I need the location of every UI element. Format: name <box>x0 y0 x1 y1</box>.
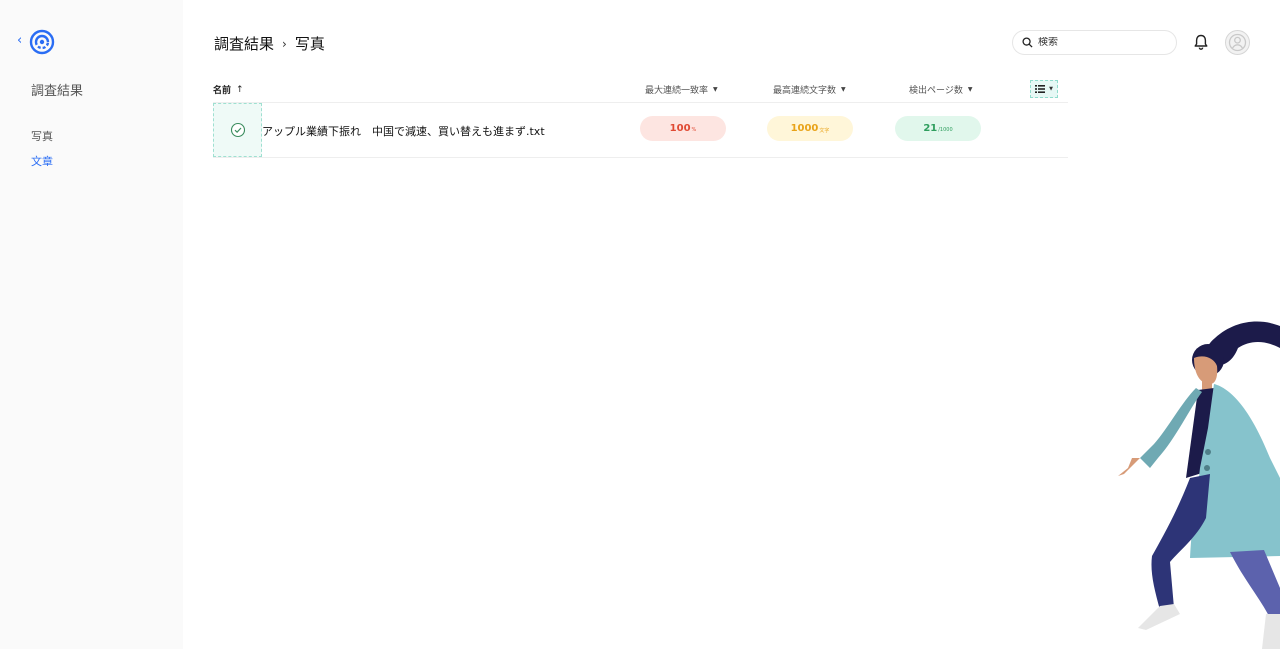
page-count-value: 21 <box>923 123 938 134</box>
column-name-label: 名前 <box>213 86 232 96</box>
breadcrumb-current: 写真 <box>294 35 325 53</box>
column-chars-label: 最高連続文字数 <box>773 86 837 96</box>
match-rate-badge: 100% <box>640 116 726 141</box>
char-count-badge: 1000 文字 <box>767 116 853 141</box>
search-input[interactable] <box>1038 37 1158 48</box>
match-rate-unit: % <box>691 127 697 133</box>
caret-down-icon: ▼ <box>841 86 846 93</box>
sidebar-item-documents[interactable]: 文章 <box>31 153 53 169</box>
page-count-unit: /1000 <box>938 127 953 133</box>
table-row[interactable]: アップル業績下振れ 中国で減速、買い替えも進まず.txt 100% 1000 文字… <box>213 103 1068 158</box>
column-pages-header[interactable]: 検出ページ数 ▼ <box>909 83 972 96</box>
breadcrumb: 調査結果 › 写真 <box>214 33 325 54</box>
caret-down-icon: ▼ <box>1049 86 1053 92</box>
sidebar: ‹ 調査結果 写真 文章 <box>0 0 183 649</box>
column-match-header[interactable]: 最大連続一致率 ▼ <box>645 83 718 96</box>
column-name-header[interactable]: 名前 ↑ <box>213 83 244 97</box>
walking-person-illustration <box>1118 321 1280 649</box>
logo-icon[interactable] <box>29 29 55 55</box>
page-count-badge: 21/1000 <box>895 116 981 141</box>
sort-ascending-icon: ↑ <box>236 84 244 95</box>
bell-icon[interactable] <box>1192 33 1210 51</box>
app-window: ‹ 調査結果 写真 文章 調査結果 › 写真 検索 名前 ↑ 最大連続一致率 ▼… <box>0 0 1280 649</box>
caret-down-icon: ▼ <box>967 86 973 93</box>
avatar[interactable] <box>1225 30 1250 55</box>
file-name[interactable]: アップル業績下振れ 中国で減速、買い替えも進まず.txt <box>262 123 545 139</box>
match-rate-value: 100 <box>669 123 691 134</box>
char-count-unit: 文字 <box>819 127 830 134</box>
breadcrumb-parent[interactable]: 調査結果 <box>214 33 274 54</box>
check-circle-icon <box>230 122 245 138</box>
column-chars-header[interactable]: 最高連続文字数 ▼ <box>773 83 846 96</box>
search-icon <box>1022 37 1033 48</box>
view-toggle-button[interactable]: ▼ <box>1030 80 1058 98</box>
table-header: 名前 ↑ 最大連続一致率 ▼ 最高連続文字数 ▼ 検出ページ数 ▼ ▼ <box>213 78 1068 103</box>
back-chevron-icon[interactable]: ‹ <box>17 34 22 48</box>
column-match-label: 最大連続一致率 <box>645 86 709 96</box>
results-table: 名前 ↑ 最大連続一致率 ▼ 最高連続文字数 ▼ 検出ページ数 ▼ ▼ アップル… <box>213 78 1068 158</box>
breadcrumb-separator-icon: › <box>282 36 287 51</box>
caret-down-icon: ▼ <box>713 86 718 93</box>
search-box[interactable] <box>1012 30 1177 55</box>
char-count-value: 1000 <box>790 123 819 134</box>
sidebar-title: 調査結果 <box>31 84 84 99</box>
sidebar-item-photos[interactable]: 写真 <box>31 128 53 144</box>
user-icon <box>1228 33 1247 52</box>
row-checkbox[interactable] <box>213 103 262 157</box>
list-view-icon <box>1035 85 1046 93</box>
column-pages-label: 検出ページ数 <box>909 86 963 96</box>
